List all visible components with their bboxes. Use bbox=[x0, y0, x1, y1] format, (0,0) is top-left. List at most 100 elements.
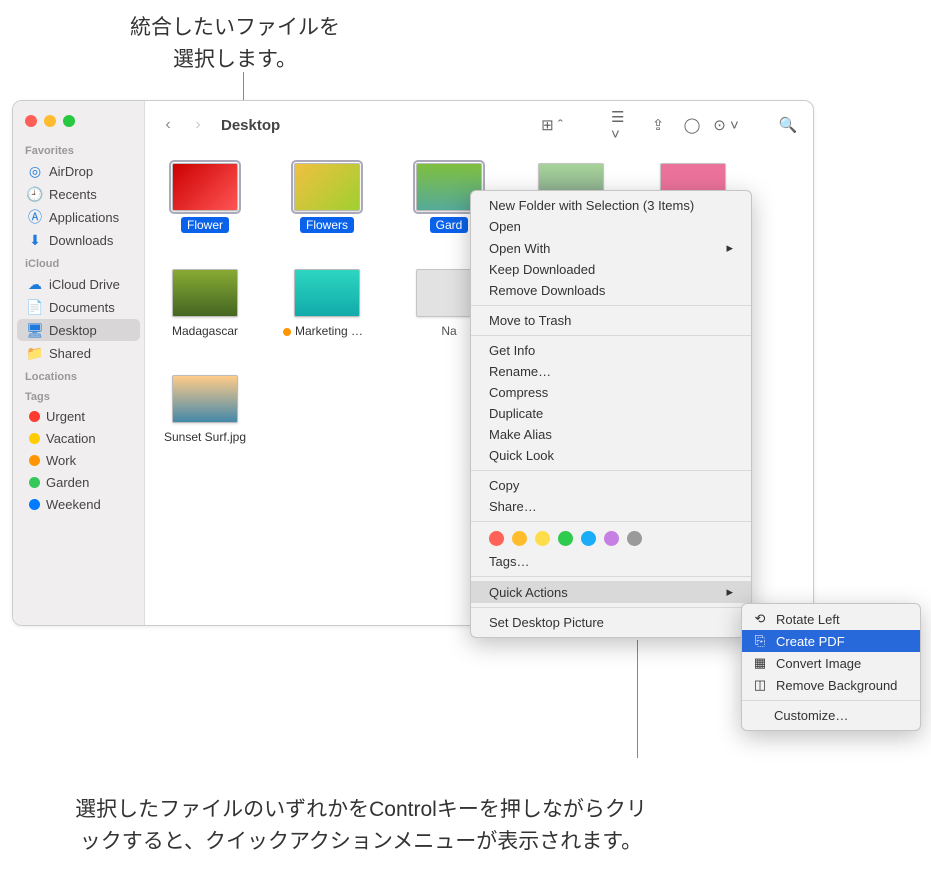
tag-color-icon[interactable] bbox=[627, 531, 642, 546]
context-menu-item[interactable]: Duplicate bbox=[471, 403, 751, 424]
more-button[interactable]: ⊙ ˅ bbox=[713, 114, 739, 136]
sidebar-item-label: Garden bbox=[46, 475, 89, 490]
file-name: Gard bbox=[430, 217, 469, 233]
action-icon: ▦ bbox=[752, 655, 768, 671]
file-item[interactable]: Sunset Surf.jpg bbox=[155, 375, 255, 445]
context-menu-item[interactable]: Share… bbox=[471, 496, 751, 517]
sidebar-item-applications[interactable]: ⒶApplications bbox=[17, 206, 140, 228]
file-name: Madagascar bbox=[166, 323, 244, 339]
sidebar-item-urgent[interactable]: Urgent bbox=[17, 406, 140, 427]
file-name: Flowers bbox=[300, 217, 354, 233]
sidebar-header: Locations bbox=[13, 365, 144, 385]
quick-actions-submenu: ⟲Rotate Left⎘Create PDF▦Convert Image◫Re… bbox=[741, 603, 921, 731]
context-menu: New Folder with Selection (3 Items)OpenO… bbox=[470, 190, 752, 638]
context-menu-item[interactable]: Keep Downloaded bbox=[471, 259, 751, 280]
sidebar-item-weekend[interactable]: Weekend bbox=[17, 494, 140, 515]
file-name: Marketing Plan bbox=[277, 323, 377, 339]
tag-color-icon[interactable] bbox=[604, 531, 619, 546]
download-icon: ⬇ bbox=[27, 232, 43, 248]
clock-icon: 🕘 bbox=[27, 186, 43, 202]
context-menu-item[interactable]: Move to Trash bbox=[471, 310, 751, 331]
zoom-button[interactable] bbox=[63, 115, 75, 127]
airdrop-icon: ◎ bbox=[27, 163, 43, 179]
callout-top: 統合したいファイルを 選択します。 bbox=[115, 12, 355, 75]
action-icon: ◫ bbox=[752, 677, 768, 693]
sidebar-item-label: Applications bbox=[49, 210, 119, 225]
tag-color-icon[interactable] bbox=[535, 531, 550, 546]
file-item[interactable]: Flowers bbox=[277, 163, 377, 233]
context-menu-item[interactable]: Rename… bbox=[471, 361, 751, 382]
submenu-item-convert-image[interactable]: ▦Convert Image bbox=[742, 652, 920, 674]
context-menu-item[interactable]: Get Info bbox=[471, 340, 751, 361]
tag-color-icon[interactable] bbox=[558, 531, 573, 546]
sidebar-item-label: Recents bbox=[49, 187, 97, 202]
context-menu-quick-actions[interactable]: Quick Actions▸ bbox=[471, 581, 751, 603]
separator bbox=[471, 305, 751, 306]
context-menu-tags[interactable]: Tags… bbox=[471, 551, 751, 572]
back-button[interactable]: ‹ bbox=[157, 114, 179, 136]
tag-color-icon[interactable] bbox=[489, 531, 504, 546]
sidebar: Favorites ◎ AirDrop 🕘 Recents ⒶApplications ⬇ D… bbox=[13, 101, 145, 625]
file-item[interactable]: Madagascar bbox=[155, 269, 255, 339]
context-menu-set-desktop[interactable]: Set Desktop Picture bbox=[471, 612, 751, 633]
context-menu-item[interactable]: Quick Look bbox=[471, 445, 751, 466]
context-menu-item[interactable]: New Folder with Selection (3 Items) bbox=[471, 195, 751, 216]
context-menu-item[interactable]: Remove Downloads bbox=[471, 280, 751, 301]
sidebar-item-label: AirDrop bbox=[49, 164, 93, 179]
sidebar-item-recents[interactable]: 🕘 Recents bbox=[17, 183, 140, 205]
context-menu-item[interactable]: Make Alias bbox=[471, 424, 751, 445]
search-button[interactable]: 🔍 bbox=[775, 114, 801, 136]
context-menu-item[interactable]: Compress bbox=[471, 382, 751, 403]
view-button[interactable]: ⊞ ˆ bbox=[539, 114, 565, 136]
sidebar-item-shared[interactable]: 📁Shared bbox=[17, 342, 140, 364]
sidebar-item-documents[interactable]: 📄Documents bbox=[17, 296, 140, 318]
cloud-icon: ☁ bbox=[27, 276, 43, 292]
file-item[interactable]: Marketing Plan bbox=[277, 269, 377, 339]
sidebar-item-label: iCloud Drive bbox=[49, 277, 120, 292]
sidebar-item-icloud-drive[interactable]: ☁ iCloud Drive bbox=[17, 273, 140, 295]
submenu-customize[interactable]: Customize… bbox=[742, 705, 920, 726]
sidebar-header: iCloud bbox=[13, 252, 144, 272]
sidebar-item-label: Work bbox=[46, 453, 76, 468]
tag-dot-icon bbox=[29, 499, 40, 510]
context-menu-item[interactable]: Open With▸ bbox=[471, 237, 751, 259]
tag-dot-icon bbox=[29, 433, 40, 444]
sidebar-item-label: Vacation bbox=[46, 431, 96, 446]
share-button[interactable]: ⇪ bbox=[645, 114, 671, 136]
sidebar-item-airdrop[interactable]: ◎ AirDrop bbox=[17, 160, 140, 182]
file-thumbnail bbox=[294, 269, 360, 317]
sidebar-item-work[interactable]: Work bbox=[17, 450, 140, 471]
file-name: Flower bbox=[181, 217, 229, 233]
submenu-item-create-pdf[interactable]: ⎘Create PDF bbox=[742, 630, 920, 652]
sidebar-item-label: Weekend bbox=[46, 497, 101, 512]
tag-color-icon[interactable] bbox=[581, 531, 596, 546]
tag-color-row bbox=[471, 526, 751, 551]
tag-button[interactable]: ◯ bbox=[679, 114, 705, 136]
sidebar-item-downloads[interactable]: ⬇ Downloads bbox=[17, 229, 140, 251]
context-menu-item[interactable]: Open bbox=[471, 216, 751, 237]
close-button[interactable] bbox=[25, 115, 37, 127]
tag-dot-icon bbox=[29, 411, 40, 422]
tag-dot-icon bbox=[29, 455, 40, 466]
sidebar-header: Tags bbox=[13, 385, 144, 405]
tag-color-icon[interactable] bbox=[512, 531, 527, 546]
separator bbox=[471, 335, 751, 336]
sidebar-item-label: Downloads bbox=[49, 233, 113, 248]
tag-dot-icon bbox=[29, 477, 40, 488]
sidebar-item-vacation[interactable]: Vacation bbox=[17, 428, 140, 449]
submenu-item-remove-background[interactable]: ◫Remove Background bbox=[742, 674, 920, 696]
toolbar: ‹ › Desktop ⊞ ˆ ☰ ˅ ⇪ ◯ ⊙ ˅ 🔍 bbox=[145, 101, 813, 149]
forward-button[interactable]: › bbox=[187, 114, 209, 136]
sidebar-item-garden[interactable]: Garden bbox=[17, 472, 140, 493]
sidebar-header: Favorites bbox=[13, 139, 144, 159]
group-button[interactable]: ☰ ˅ bbox=[611, 114, 637, 136]
file-thumbnail bbox=[294, 163, 360, 211]
chevron-right-icon: ▸ bbox=[726, 584, 733, 600]
sidebar-item-label: Desktop bbox=[49, 323, 97, 338]
submenu-item-rotate-left[interactable]: ⟲Rotate Left bbox=[742, 608, 920, 630]
minimize-button[interactable] bbox=[44, 115, 56, 127]
file-item[interactable]: Flower bbox=[155, 163, 255, 233]
sidebar-item-desktop[interactable]: 🖥Desktop bbox=[17, 319, 140, 341]
context-menu-item[interactable]: Copy bbox=[471, 475, 751, 496]
file-thumbnail bbox=[172, 163, 238, 211]
